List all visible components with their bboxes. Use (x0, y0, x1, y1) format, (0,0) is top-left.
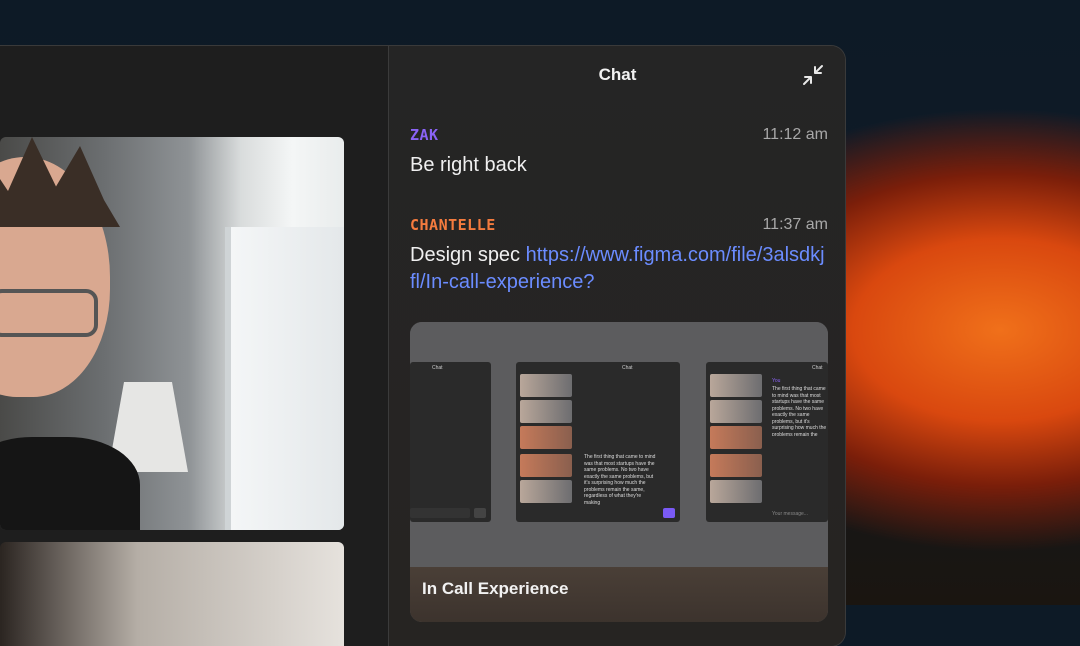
participant-glasses (0, 289, 98, 337)
message-time: 11:12 am (762, 126, 828, 143)
link-preview-card[interactable]: Chat Chat The first thing that came to m… (410, 322, 828, 622)
preview-thumb (710, 454, 762, 477)
video-grid (0, 46, 388, 646)
preview-chat-label: Chat (432, 365, 443, 371)
link-preview-image: Chat Chat The first thing that came to m… (410, 322, 828, 567)
preview-thumb (520, 374, 572, 397)
preview-chat-label: Chat (812, 365, 823, 371)
preview-message-text: The first thing that came to mind was th… (772, 386, 827, 436)
preview-screen-2: Chat The first thing that came to mind w… (516, 362, 680, 522)
participant-shirt (0, 437, 140, 530)
preview-thumb (520, 426, 572, 449)
chat-message: CHANTELLE 11:37 am Design spec https://w… (410, 216, 828, 296)
preview-you-label: You (772, 378, 781, 384)
preview-thumb (520, 480, 572, 503)
message-text: Design spec https://www.figma.com/file/3… (410, 242, 828, 296)
preview-message-text: The first thing that came to mind was th… (584, 454, 656, 506)
preview-thumb (710, 480, 762, 503)
preview-send-icon (663, 508, 675, 518)
chat-panel: Chat ZAK 11:12 am Be right back CHANTELL… (388, 46, 845, 646)
preview-chat-label: Chat (622, 365, 633, 371)
message-text-prefix: Design spec (410, 244, 526, 266)
preview-thumb (520, 400, 572, 423)
preview-thumb (710, 374, 762, 397)
link-preview-title: In Call Experience (422, 579, 569, 598)
preview-input (410, 508, 470, 518)
preview-screen-1: Chat (410, 362, 491, 522)
preview-thumb (710, 400, 762, 423)
preview-send-icon (474, 508, 486, 518)
message-text: Be right back (410, 154, 527, 176)
message-time: 11:37 am (762, 216, 828, 233)
collapse-icon[interactable] (801, 63, 825, 87)
preview-thumb (710, 426, 762, 449)
preview-input-placeholder: Your message... (772, 510, 808, 517)
preview-thumb (520, 454, 572, 477)
participant-hair (0, 137, 120, 227)
link-preview-caption: In Call Experience (410, 567, 828, 622)
video-tile-participant-2[interactable] (0, 542, 344, 646)
video-tile-participant-1[interactable] (0, 137, 344, 530)
chat-message: ZAK 11:12 am Be right back (410, 126, 828, 179)
chat-title: Chat (598, 65, 637, 84)
background-window (225, 227, 344, 530)
preview-screen-3: Chat You The first thing that came to mi… (706, 362, 828, 522)
call-window: Chat ZAK 11:12 am Be right back CHANTELL… (0, 46, 845, 646)
